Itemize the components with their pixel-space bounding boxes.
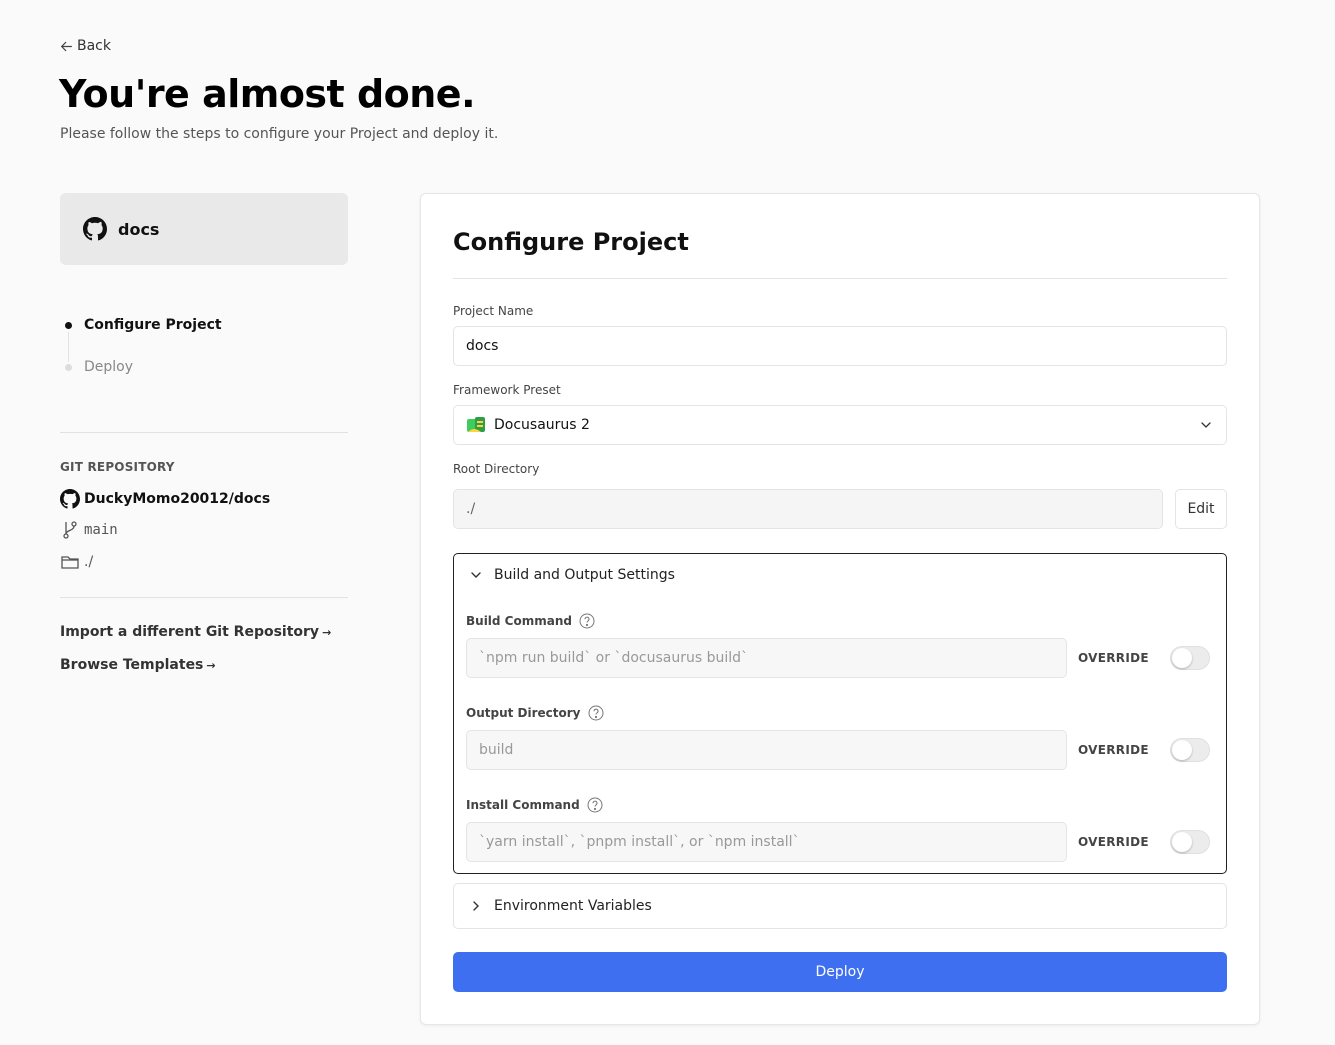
- override-label: OVERRIDE: [1078, 651, 1149, 665]
- page-title: You're almost done.: [59, 72, 476, 116]
- step-configure-project: Configure Project: [60, 312, 222, 338]
- output-directory-label-text: Output Directory: [466, 706, 581, 720]
- arrow-right-icon: →: [322, 626, 332, 639]
- environment-variables-toggle[interactable]: Environment Variables: [470, 898, 652, 914]
- environment-variables-section[interactable]: Environment Variables: [453, 883, 1227, 929]
- git-repository-heading: GIT REPOSITORY: [60, 460, 175, 474]
- repo-card: docs: [60, 193, 348, 265]
- toggle-knob: [1172, 648, 1192, 668]
- build-command-override-toggle[interactable]: [1170, 646, 1210, 670]
- step-dot-active: [65, 321, 72, 329]
- install-command-placeholder: `yarn install`, `pnpm install`, or `npm …: [479, 834, 800, 850]
- git-branch-icon: [63, 521, 77, 539]
- framework-preset-label: Framework Preset: [453, 383, 561, 397]
- edit-root-directory-button[interactable]: Edit: [1175, 489, 1227, 529]
- build-output-settings-toggle[interactable]: Build and Output Settings: [470, 567, 675, 583]
- chevron-right-icon: [473, 901, 479, 911]
- output-directory-input[interactable]: build: [466, 730, 1067, 770]
- step-dot-inactive: [65, 363, 72, 371]
- back-link[interactable]: Back: [60, 38, 111, 54]
- git-repo-name: DuckyMomo20012/docs: [84, 491, 271, 507]
- build-command-input[interactable]: `npm run build` or `docusaurus build`: [466, 638, 1067, 678]
- environment-variables-label: Environment Variables: [494, 898, 652, 914]
- help-icon[interactable]: [588, 705, 604, 721]
- help-icon[interactable]: [587, 797, 603, 813]
- override-label: OVERRIDE: [1078, 835, 1149, 849]
- help-icon[interactable]: [579, 613, 595, 629]
- chevron-down-icon: [471, 572, 481, 578]
- docusaurus-icon: [467, 417, 485, 432]
- steps-list: Configure Project Deploy: [60, 312, 222, 380]
- project-name-label: Project Name: [453, 304, 534, 318]
- project-name-input[interactable]: docs: [453, 326, 1227, 366]
- browse-templates-label: Browse Templates: [60, 657, 204, 673]
- output-directory-override-toggle[interactable]: [1170, 738, 1210, 762]
- page-subtitle: Please follow the steps to configure you…: [60, 126, 499, 142]
- import-repo-label: Import a different Git Repository: [60, 624, 320, 640]
- root-directory-label: Root Directory: [453, 462, 540, 476]
- toggle-knob: [1172, 740, 1192, 760]
- sidebar-divider: [60, 597, 348, 598]
- repo-card-name: docs: [118, 219, 160, 239]
- card-divider: [453, 278, 1227, 279]
- browse-templates-link[interactable]: Browse Templates →: [60, 657, 216, 673]
- install-command-input[interactable]: `yarn install`, `pnpm install`, or `npm …: [466, 822, 1067, 862]
- git-branch-row: main: [60, 520, 118, 540]
- framework-preset-select[interactable]: Docusaurus 2: [453, 405, 1227, 445]
- output-directory-label: Output Directory: [466, 705, 604, 721]
- install-command-label-text: Install Command: [466, 798, 580, 812]
- build-command-label-text: Build Command: [466, 614, 572, 628]
- build-command-placeholder: `npm run build` or `docusaurus build`: [479, 650, 749, 666]
- install-command-override-toggle[interactable]: [1170, 830, 1210, 854]
- build-command-label: Build Command: [466, 613, 595, 629]
- deploy-button[interactable]: Deploy: [453, 952, 1227, 992]
- output-directory-placeholder: build: [479, 742, 514, 758]
- card-title: Configure Project: [453, 228, 689, 256]
- step-label: Configure Project: [84, 317, 222, 333]
- back-label: Back: [77, 38, 111, 54]
- override-label: OVERRIDE: [1078, 743, 1149, 757]
- folder-icon: [61, 556, 79, 569]
- step-label: Deploy: [84, 359, 134, 375]
- root-directory-input: ./: [453, 489, 1163, 529]
- project-name-value: docs: [466, 338, 499, 354]
- github-icon: [60, 489, 80, 509]
- step-deploy: Deploy: [60, 354, 222, 380]
- chevron-down-icon: [1201, 422, 1211, 428]
- install-command-label: Install Command: [466, 797, 603, 813]
- arrow-right-icon: →: [206, 659, 216, 672]
- framework-preset-value: Docusaurus 2: [494, 417, 590, 433]
- sidebar-divider: [60, 432, 348, 433]
- import-repo-link[interactable]: Import a different Git Repository →: [60, 624, 331, 640]
- git-directory-row: ./: [60, 553, 93, 571]
- root-directory-value: ./: [466, 501, 476, 517]
- configure-project-card: Configure Project Project Name docs Fram…: [420, 193, 1260, 1025]
- build-output-settings-label: Build and Output Settings: [494, 567, 675, 583]
- git-directory: ./: [84, 554, 94, 570]
- build-output-settings-section: Build and Output Settings Build Command …: [453, 553, 1227, 874]
- arrow-left-icon: [61, 41, 72, 51]
- git-branch-name: main: [84, 522, 118, 538]
- github-icon: [83, 217, 107, 241]
- step-connector: [68, 332, 69, 362]
- git-repo-row[interactable]: DuckyMomo20012/docs: [60, 489, 270, 509]
- toggle-knob: [1172, 832, 1192, 852]
